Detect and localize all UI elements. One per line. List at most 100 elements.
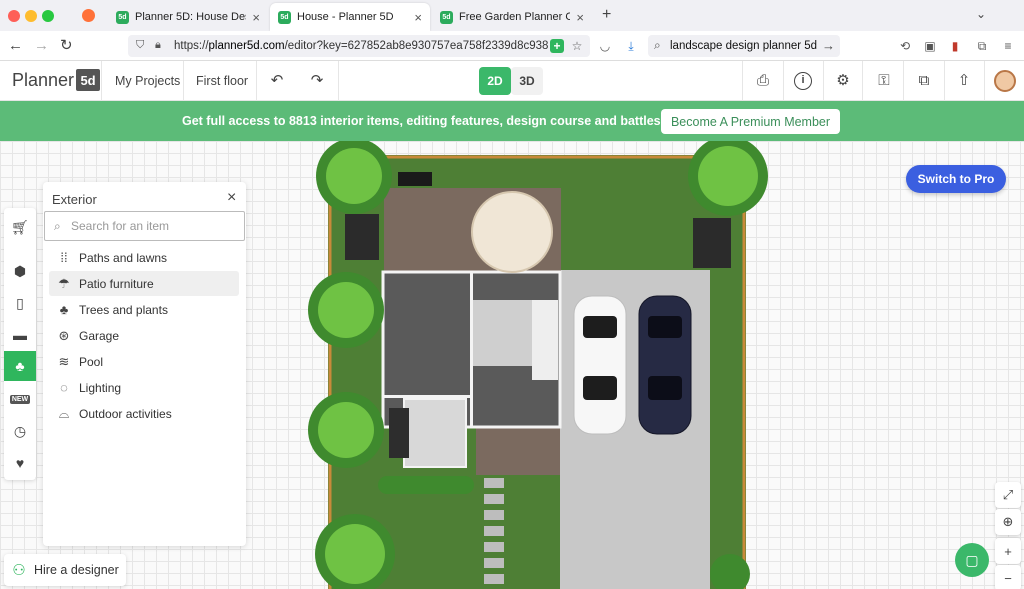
my-projects-link[interactable]: My Projects xyxy=(115,74,180,88)
extensions-puzzle-icon[interactable]: ⧉ xyxy=(975,39,989,53)
construction-icon[interactable]: ⬢ xyxy=(4,256,36,286)
undo-icon[interactable]: ↶ xyxy=(268,72,286,90)
stepping-stone[interactable] xyxy=(484,494,504,504)
settings-gear-icon[interactable]: ⚙ xyxy=(834,72,852,90)
sofa[interactable] xyxy=(389,408,409,458)
category-garage[interactable]: ⊛ Garage xyxy=(49,323,239,348)
address-bar[interactable]: ⛉ 🔒︎ https://planner5d.com/editor?key=62… xyxy=(128,35,590,57)
divider xyxy=(783,61,784,101)
forward-arrow-icon[interactable]: → xyxy=(34,38,49,54)
search-go-arrow-icon[interactable]: → xyxy=(822,38,835,53)
view-2d-button[interactable]: 2D xyxy=(479,67,511,95)
category-lighting[interactable]: ◌ Lighting xyxy=(49,375,239,400)
tab-list-chevron-icon[interactable]: ⌄ xyxy=(976,7,986,21)
item-search-field[interactable]: ⌕ xyxy=(44,211,245,241)
maximize-window-button[interactable] xyxy=(42,10,54,22)
stepping-stone[interactable] xyxy=(484,558,504,568)
exterior-tree-icon[interactable]: ♣ xyxy=(4,351,36,381)
hire-label: Hire a designer xyxy=(34,563,119,577)
interior-wall xyxy=(383,395,473,398)
close-tab-icon[interactable]: × xyxy=(576,10,584,25)
shop-cart-icon[interactable]: 🛒︎ xyxy=(4,212,36,242)
category-trees-and-plants[interactable]: ♣ Trees and plants xyxy=(49,297,239,322)
close-icon[interactable]: × xyxy=(227,189,236,207)
rear-patio[interactable] xyxy=(476,425,560,475)
info-icon[interactable]: i xyxy=(794,72,812,90)
zoom-out-icon[interactable]: − xyxy=(995,565,1021,589)
url-host: planner5d.com xyxy=(208,40,285,52)
category-outdoor-activities[interactable]: ⌓ Outdoor activities xyxy=(49,401,239,426)
browser-tab-bar: 5d Planner 5D: House Design Softw × 5d H… xyxy=(0,0,1024,31)
camera-icon[interactable]: ⎙ xyxy=(754,72,772,90)
shield-icon[interactable]: ⛉ xyxy=(136,39,144,52)
hedge-row[interactable] xyxy=(378,476,474,494)
user-avatar[interactable] xyxy=(994,70,1016,92)
download-icon[interactable]: ⤓ xyxy=(624,39,638,53)
outdoor-bench[interactable] xyxy=(398,172,432,186)
menu-icon[interactable]: ≡ xyxy=(1001,39,1015,53)
category-pool[interactable]: ≋ Pool xyxy=(49,349,239,374)
firefox-icon[interactable] xyxy=(82,9,95,22)
extension-red-icon[interactable]: ▮ xyxy=(948,39,962,53)
minimize-window-button[interactable] xyxy=(25,10,37,22)
logo-text: Planner xyxy=(12,69,75,90)
stepping-stone[interactable] xyxy=(484,574,504,584)
floor-selector[interactable]: First floor xyxy=(196,74,248,88)
navy-car-windshield xyxy=(648,316,682,338)
tab-house-planner5d[interactable]: 5d House - Planner 5D × xyxy=(270,3,430,31)
outdoor-lounger[interactable] xyxy=(345,214,379,260)
fullscreen-icon[interactable]: ⤢ xyxy=(995,482,1021,508)
3d-walk-icon[interactable]: ⚿ xyxy=(873,72,895,90)
doors-icon[interactable]: ▯ xyxy=(4,288,36,318)
close-tab-icon[interactable]: × xyxy=(252,10,260,25)
close-tab-icon[interactable]: × xyxy=(414,10,422,25)
patio-umbrella[interactable] xyxy=(471,191,553,273)
center-view-target-icon[interactable]: ⊕ xyxy=(995,509,1021,535)
item-search-input[interactable] xyxy=(71,217,241,235)
category-paths-and-lawns[interactable]: ⁞⁞ Paths and lawns xyxy=(49,245,239,270)
reload-icon[interactable]: ↻ xyxy=(60,38,73,54)
recent-clock-icon[interactable]: ◷ xyxy=(4,416,36,446)
chat-support-icon[interactable]: ▢ xyxy=(955,543,989,577)
kitchen-area[interactable] xyxy=(470,300,535,366)
zoom-in-icon[interactable]: + xyxy=(995,538,1021,564)
redo-icon[interactable]: ↷ xyxy=(308,72,326,90)
view-3d-button[interactable]: 3D xyxy=(511,67,543,95)
new-tab-button[interactable]: + xyxy=(602,6,611,24)
paths-icon: ⁞⁞ xyxy=(60,250,68,265)
stepping-stone[interactable] xyxy=(484,478,504,488)
new-items-tab[interactable]: NEW xyxy=(4,384,36,414)
tab-planner5d-software[interactable]: 5d Planner 5D: House Design Softw × xyxy=(108,3,268,31)
living-rug[interactable] xyxy=(403,398,467,468)
lock-icon[interactable]: 🔒︎ xyxy=(155,39,161,52)
category-label: Patio furniture xyxy=(79,276,154,291)
favorites-heart-icon[interactable]: ♥ xyxy=(4,448,36,478)
close-window-button[interactable] xyxy=(8,10,20,22)
hire-designer-button[interactable]: ⚇ Hire a designer xyxy=(4,554,126,586)
category-patio-furniture[interactable]: ☂ Patio furniture xyxy=(49,271,239,296)
back-arrow-icon[interactable]: ← xyxy=(8,38,23,54)
bookmark-star-icon[interactable]: ☆ xyxy=(570,39,584,53)
reader-view-icon[interactable]: ▣ xyxy=(923,39,937,53)
planner5d-logo[interactable]: Planner 5d xyxy=(12,69,101,91)
pocket-icon[interactable]: ◡ xyxy=(598,39,612,53)
share-icon[interactable]: ⇧ xyxy=(955,72,973,90)
history-icon[interactable]: ⟲ xyxy=(898,39,912,53)
outdoor-lounger[interactable] xyxy=(693,218,731,268)
switch-to-pro-button[interactable]: Switch to Pro xyxy=(906,165,1006,193)
steering-wheel-icon: ⊛ xyxy=(58,327,70,343)
duplicate-plus-icon[interactable]: ⧉ xyxy=(915,72,933,90)
bathroom[interactable] xyxy=(532,300,558,380)
divider xyxy=(862,61,863,101)
category-label: Trees and plants xyxy=(79,302,168,317)
browser-search-box[interactable]: ⌕ landscape design planner 5d → xyxy=(648,35,840,57)
stepping-stone[interactable] xyxy=(484,526,504,536)
tab-free-garden-planner[interactable]: 5d Free Garden Planner Online – 3D × xyxy=(432,3,592,31)
stepping-stone[interactable] xyxy=(484,542,504,552)
divider xyxy=(944,61,945,101)
waves-icon: ≋ xyxy=(58,353,70,369)
become-premium-button[interactable]: Become A Premium Member xyxy=(661,109,840,134)
furniture-sofa-icon[interactable]: ▬ xyxy=(4,320,36,350)
extension-plus-icon[interactable]: + xyxy=(550,39,564,53)
stepping-stone[interactable] xyxy=(484,510,504,520)
